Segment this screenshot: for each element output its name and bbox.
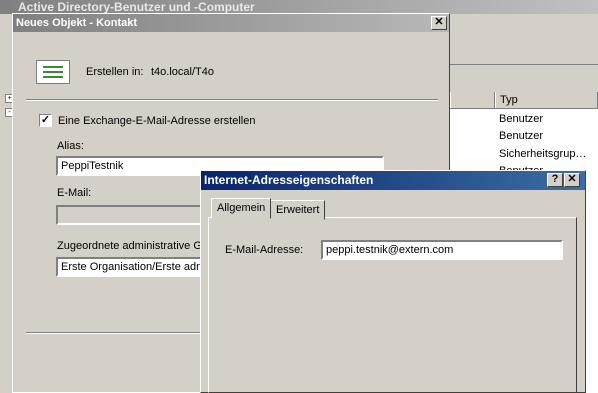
background-window-title: Active Directory-Benutzer und -Computer bbox=[0, 0, 598, 14]
tab-allgemein[interactable]: Allgemein bbox=[211, 198, 272, 219]
dialog-title-text: Neues Objekt - Kontakt bbox=[16, 17, 138, 29]
created-in-value: t4o.local/T4o bbox=[151, 66, 214, 78]
alias-label: Alias: bbox=[57, 140, 84, 152]
list-item[interactable]: Benutzer bbox=[499, 111, 543, 127]
dialog-title-text: Internet-Adresseigenschaften bbox=[204, 173, 374, 187]
list-item[interactable]: Sicherheitsgrup… bbox=[499, 146, 586, 162]
email-address-input[interactable]: peppi.testnik@extern.com bbox=[321, 240, 563, 260]
list-header: Typ bbox=[450, 92, 598, 109]
separator bbox=[26, 99, 438, 101]
internet-address-dialog-title: Internet-Adresseigenschaften bbox=[201, 171, 585, 190]
new-contact-dialog-title: Neues Objekt - Kontakt bbox=[13, 14, 449, 32]
column-header-type[interactable]: Typ bbox=[495, 92, 598, 108]
admin-group-select[interactable]: Erste Organisation/Erste admi bbox=[56, 257, 202, 277]
exchange-email-checkbox-label[interactable]: Eine Exchange-E-Mail-Adresse erstellen bbox=[58, 115, 255, 127]
column-header-name[interactable] bbox=[450, 92, 495, 108]
email-address-label: E-Mail-Adresse: bbox=[225, 244, 304, 256]
close-button[interactable]: ✕ bbox=[431, 16, 447, 30]
separator bbox=[26, 332, 202, 334]
contact-icon bbox=[36, 60, 70, 84]
exchange-email-checkbox[interactable]: ✓ bbox=[39, 114, 52, 127]
close-button[interactable]: ✕ bbox=[564, 173, 580, 187]
email-label: E-Mail: bbox=[57, 187, 92, 199]
background-toolbar bbox=[450, 14, 598, 65]
tab-erweitert[interactable]: Erweitert bbox=[270, 200, 326, 220]
help-button[interactable]: ? bbox=[547, 173, 563, 187]
admin-group-label: Zugeordnete administrative Gru bbox=[57, 240, 212, 252]
list-item[interactable]: Benutzer bbox=[499, 128, 543, 144]
email-input[interactable] bbox=[56, 205, 202, 225]
created-in-label: Erstellen in: bbox=[86, 66, 144, 78]
